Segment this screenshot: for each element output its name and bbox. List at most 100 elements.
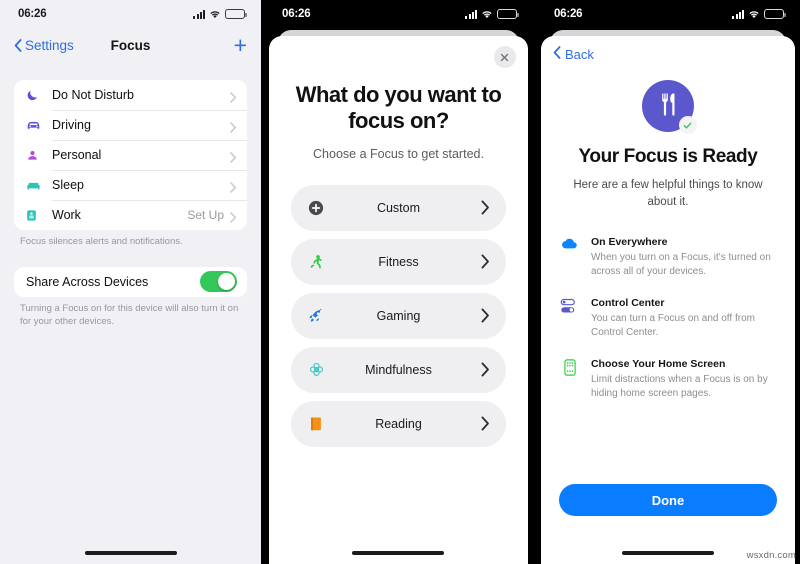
focus-option-custom[interactable]: Custom bbox=[291, 184, 506, 231]
car-icon bbox=[26, 119, 48, 131]
focus-row-driving[interactable]: Driving bbox=[14, 110, 248, 140]
cloud-icon bbox=[559, 232, 581, 250]
back-button[interactable]: Back bbox=[553, 46, 594, 62]
ready-title: Your Focus is Ready bbox=[578, 146, 758, 167]
focus-option-fitness[interactable]: Fitness bbox=[291, 238, 506, 285]
home-indicator bbox=[84, 551, 177, 555]
focus-row-work[interactable]: Work Set Up bbox=[14, 200, 248, 230]
focus-option-mindfulness[interactable]: Mindfulness bbox=[291, 346, 506, 393]
book-icon bbox=[305, 416, 327, 432]
tip-title: Choose Your Home Screen bbox=[590, 358, 726, 371]
person-icon bbox=[26, 149, 48, 162]
battery-icon bbox=[496, 9, 519, 19]
plus-circle-icon bbox=[305, 200, 327, 216]
chevron-right-icon bbox=[230, 210, 237, 223]
ready-subtitle: Here are a few helpful things to know ab… bbox=[573, 179, 763, 208]
tips-list: On Everywhere When you turn on a Focus, … bbox=[541, 232, 795, 401]
focus-ready-sheet: Back Your Focus is Ready Here are a few … bbox=[540, 36, 795, 564]
chevron-right-icon bbox=[230, 180, 237, 193]
cellular-signal-icon bbox=[193, 10, 206, 19]
focus-row-do-not-disturb[interactable]: Do Not Disturb bbox=[14, 80, 247, 110]
focus-aux: Set Up bbox=[187, 208, 225, 222]
panel-focus-chooser: 06:26 What do you want to focus on? Choo… bbox=[264, 0, 533, 564]
screenshot-stage: 06:26 Settings Focus + Do Not Disturb Dr… bbox=[0, 0, 800, 564]
tip-title: Control Center bbox=[590, 297, 665, 310]
chevron-right-icon bbox=[481, 254, 490, 269]
chevron-right-icon bbox=[481, 362, 490, 377]
status-indicators bbox=[193, 9, 248, 19]
tip-text: On Everywhere When you turn on a Focus, … bbox=[591, 232, 777, 279]
moon-icon bbox=[26, 88, 48, 102]
focus-chooser-sheet: What do you want to focus on? Choose a F… bbox=[269, 36, 528, 564]
done-button[interactable]: Done bbox=[558, 484, 777, 516]
watermark: wsxdn.com bbox=[746, 550, 796, 561]
badge-icon bbox=[26, 209, 48, 222]
focus-badge-wrapper bbox=[541, 80, 795, 134]
battery-icon bbox=[763, 9, 786, 19]
home-indicator bbox=[621, 551, 714, 555]
focus-label: Do Not Disturb bbox=[52, 88, 134, 102]
tip-text: Choose Your Home Screen Limit distractio… bbox=[591, 354, 777, 401]
share-across-devices-toggle[interactable] bbox=[200, 271, 238, 293]
tip-body: You can turn a Focus on and off from Con… bbox=[590, 313, 755, 339]
running-person-icon bbox=[305, 254, 327, 270]
toggle-knob bbox=[218, 273, 236, 291]
tip-choose-home-screen: Choose Your Home Screen Limit distractio… bbox=[559, 354, 777, 401]
wifi-icon bbox=[748, 10, 760, 19]
fork-knife-icon bbox=[656, 90, 680, 123]
focus-row-sleep[interactable]: Sleep bbox=[14, 170, 248, 200]
navigation-bar: Settings Focus + bbox=[0, 28, 262, 62]
tip-text: Control Center You can turn a Focus on a… bbox=[591, 293, 777, 340]
row-accessory bbox=[224, 180, 237, 193]
focus-list-card: Do Not Disturb Driving Personal Sleep Wo… bbox=[14, 80, 248, 230]
home-indicator bbox=[352, 551, 445, 555]
panel-focus-ready: 06:26 Back Your Focus is Ready Here are … bbox=[535, 0, 800, 564]
status-bar-panel-1: 06:26 bbox=[0, 0, 262, 28]
focus-option-list: Custom Fitness Gaming Mindfulness Readin… bbox=[269, 184, 528, 447]
wifi-icon bbox=[481, 10, 493, 19]
bed-icon bbox=[26, 179, 48, 191]
focus-label: Personal bbox=[52, 148, 102, 162]
status-indicators bbox=[465, 9, 519, 19]
status-bar-panel-3: 06:26 bbox=[535, 0, 800, 28]
tip-control-center: Control Center You can turn a Focus on a… bbox=[559, 293, 777, 340]
chooser-subtitle: Choose a Focus to get started. bbox=[313, 146, 484, 161]
tip-body: When you turn on a Focus, it's turned on… bbox=[590, 252, 771, 278]
back-label: Back bbox=[564, 46, 594, 62]
back-to-settings-button[interactable]: Settings bbox=[14, 38, 74, 53]
battery-icon bbox=[225, 9, 248, 19]
tip-on-everywhere: On Everywhere When you turn on a Focus, … bbox=[559, 232, 777, 279]
rocket-icon bbox=[305, 308, 327, 324]
focus-badge bbox=[641, 80, 697, 134]
chevron-left-icon bbox=[553, 46, 561, 62]
chevron-right-icon bbox=[230, 150, 237, 163]
focus-option-gaming[interactable]: Gaming bbox=[291, 292, 506, 339]
focus-label: Driving bbox=[52, 118, 91, 132]
add-focus-button[interactable]: + bbox=[234, 33, 247, 57]
checkmark-badge-icon bbox=[678, 116, 697, 134]
focus-label: Sleep bbox=[52, 178, 84, 192]
close-icon[interactable] bbox=[493, 46, 516, 68]
share-across-devices-label: Share Across Devices bbox=[26, 274, 149, 289]
share-across-devices-card: Share Across Devices bbox=[14, 266, 248, 297]
share-across-devices-row[interactable]: Share Across Devices bbox=[14, 267, 247, 297]
status-bar-panel-2: 06:26 bbox=[264, 0, 533, 28]
back-row: Back bbox=[541, 36, 795, 64]
toggles-icon bbox=[559, 293, 581, 314]
chevron-right-icon bbox=[481, 416, 490, 431]
wifi-icon bbox=[209, 10, 221, 19]
row-accessory: Set Up bbox=[187, 208, 237, 223]
status-time: 06:26 bbox=[282, 8, 311, 20]
status-time: 06:26 bbox=[18, 8, 47, 20]
panel-settings-focus: 06:26 Settings Focus + Do Not Disturb Dr… bbox=[0, 0, 262, 564]
row-accessory bbox=[224, 150, 237, 163]
share-across-devices-footnote: Turning a Focus on for this device will … bbox=[20, 302, 239, 327]
focus-row-personal[interactable]: Personal bbox=[14, 140, 248, 170]
row-accessory bbox=[224, 90, 237, 103]
focus-option-reading[interactable]: Reading bbox=[291, 400, 506, 447]
chevron-right-icon bbox=[481, 200, 490, 215]
lotus-icon bbox=[305, 361, 327, 378]
row-accessory bbox=[224, 120, 237, 133]
tip-body: Limit distractions when a Focus is on by… bbox=[590, 374, 768, 400]
back-label: Settings bbox=[25, 37, 74, 53]
